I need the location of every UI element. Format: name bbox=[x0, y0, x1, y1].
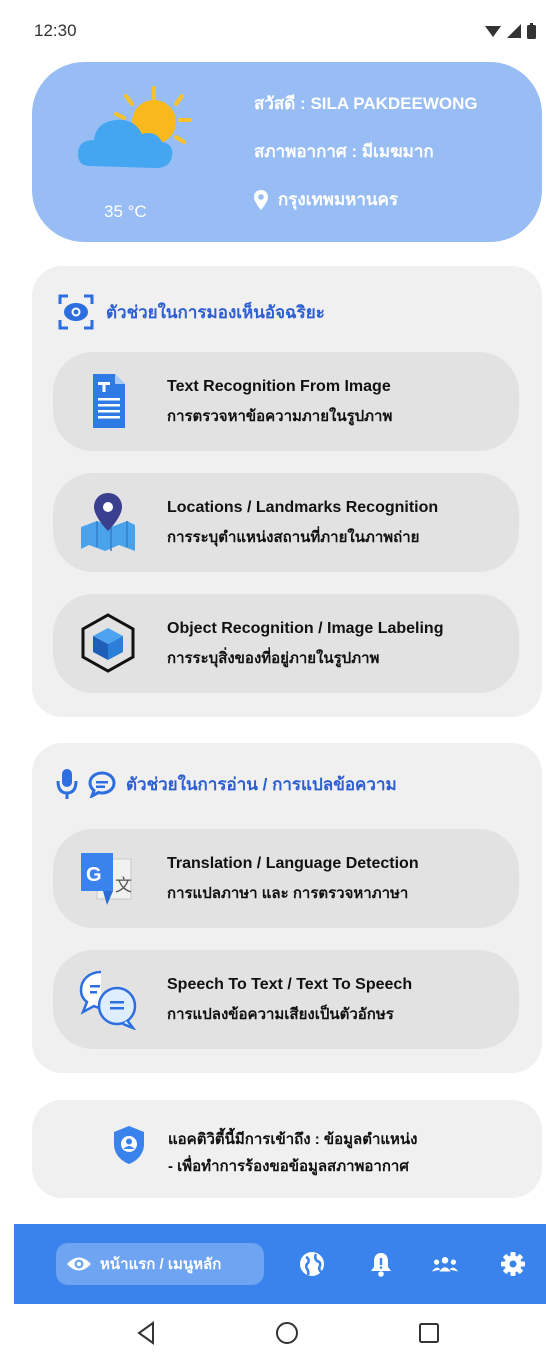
eye-scan-icon bbox=[58, 294, 94, 330]
battery-icon bbox=[527, 23, 536, 39]
temperature: 35 °C bbox=[104, 202, 147, 221]
location-text: กรุงเทพมหานคร bbox=[278, 190, 399, 209]
back-icon[interactable] bbox=[134, 1320, 160, 1346]
chat-bubble-icon bbox=[88, 771, 116, 798]
people-icon bbox=[431, 1257, 459, 1272]
item-title: Text Recognition From Image bbox=[167, 378, 391, 395]
greeting-text: สวัสดี : SILA PAKDEEWONG bbox=[254, 94, 478, 113]
vision-header-text: ตัวช่วยในการมองเห็นอัจฉริยะ bbox=[106, 302, 325, 322]
reading-header: ตัวช่วยในการอ่าน / การแปลข้อความ bbox=[56, 767, 397, 801]
vision-header: ตัวช่วยในการมองเห็นอัจฉริยะ bbox=[56, 292, 325, 332]
microphone-icon bbox=[56, 769, 78, 799]
settings-button[interactable] bbox=[499, 1250, 527, 1278]
bottom-navigation: หน้าแรก / เมนูหลัก bbox=[14, 1224, 546, 1304]
recents-icon[interactable] bbox=[416, 1320, 442, 1346]
cube-icon bbox=[81, 613, 135, 673]
translation-button[interactable]: G 文 Translation / Language Detection การ… bbox=[53, 829, 519, 928]
location-row: กรุงเทพมหานคร bbox=[254, 186, 398, 213]
object-recognition-button[interactable]: Object Recognition / Image Labeling การร… bbox=[53, 594, 519, 693]
item-title: Object Recognition / Image Labeling bbox=[167, 620, 444, 637]
system-navigation-bar bbox=[14, 1304, 546, 1362]
gear-icon bbox=[501, 1252, 525, 1276]
partly-cloudy-icon bbox=[78, 86, 192, 168]
item-title: Speech To Text / Text To Speech bbox=[167, 976, 413, 993]
item-subtitle: การแปลงข้อความเสียงเป็นตัวอักษร bbox=[167, 1006, 394, 1023]
app-screen: 12:30 35 °C สวัสดี : SILA PAKDEEWONG สภา… bbox=[14, 10, 546, 1362]
home-menu-label: หน้าแรก / เมนูหลัก bbox=[100, 1256, 222, 1273]
speech-text-button[interactable]: Speech To Text / Text To Speech การแปลงข… bbox=[53, 950, 519, 1049]
item-title: Translation / Language Detection bbox=[167, 855, 419, 872]
permission-line-1: แอคติวิตี้นี้มีการเข้าถึง : ข้อมูลตำแหน่… bbox=[168, 1131, 418, 1148]
item-subtitle: การแปลภาษา และ การตรวจหาภาษา bbox=[167, 885, 409, 902]
notifications-button[interactable] bbox=[367, 1250, 395, 1278]
item-subtitle: การระบุตำแหน่งสถานที่ภายในภาพถ่าย bbox=[167, 529, 420, 546]
landmark-recognition-button[interactable]: Locations / Landmarks Recognition การระบ… bbox=[53, 473, 519, 572]
vision-section: ตัวช่วยในการมองเห็นอัจฉริยะ Text Recogni… bbox=[32, 266, 542, 717]
status-bar: 12:30 bbox=[14, 10, 546, 54]
status-time: 12:30 bbox=[34, 21, 77, 40]
item-title: Locations / Landmarks Recognition bbox=[167, 499, 439, 516]
svg-text:G: G bbox=[86, 864, 102, 886]
text-recognition-button[interactable]: Text Recognition From Image การตรวจหาข้อ… bbox=[53, 352, 519, 451]
home-menu-button[interactable]: หน้าแรก / เมนูหลัก bbox=[56, 1243, 264, 1285]
globe-icon bbox=[300, 1252, 324, 1276]
shield-user-icon bbox=[114, 1126, 144, 1164]
eye-icon bbox=[67, 1257, 91, 1271]
speech-bubbles-icon bbox=[79, 970, 137, 1030]
status-icons bbox=[485, 23, 536, 39]
document-icon bbox=[93, 374, 125, 428]
svg-text:文: 文 bbox=[115, 876, 132, 896]
people-button[interactable] bbox=[431, 1250, 459, 1278]
permission-line-2: - เพื่อทำการร้องขอข้อมูลสภาพอากาศ bbox=[168, 1158, 409, 1175]
translate-icon: G 文 bbox=[81, 853, 132, 905]
location-pin-icon bbox=[254, 189, 268, 210]
globe-button[interactable] bbox=[298, 1250, 326, 1278]
item-subtitle: การตรวจหาข้อความภายในรูปภาพ bbox=[167, 408, 393, 425]
reading-section: ตัวช่วยในการอ่าน / การแปลข้อความ G 文 Tra… bbox=[32, 743, 542, 1073]
item-subtitle: การระบุสิ่งของที่อยู่ภายในรูปภาพ bbox=[167, 650, 380, 667]
home-icon[interactable] bbox=[274, 1320, 300, 1346]
signal-icon bbox=[507, 24, 521, 38]
reading-header-text: ตัวช่วยในการอ่าน / การแปลข้อความ bbox=[126, 774, 397, 794]
permission-card: แอคติวิตี้นี้มีการเข้าถึง : ข้อมูลตำแหน่… bbox=[32, 1100, 542, 1198]
weather-card: 35 °C สวัสดี : SILA PAKDEEWONG สภาพอากาศ… bbox=[32, 62, 542, 242]
weather-condition: สภาพอากาศ : มีเมฆมาก bbox=[254, 142, 434, 161]
wifi-icon bbox=[485, 26, 501, 37]
map-pin-icon bbox=[81, 493, 135, 551]
bell-icon bbox=[371, 1253, 391, 1277]
